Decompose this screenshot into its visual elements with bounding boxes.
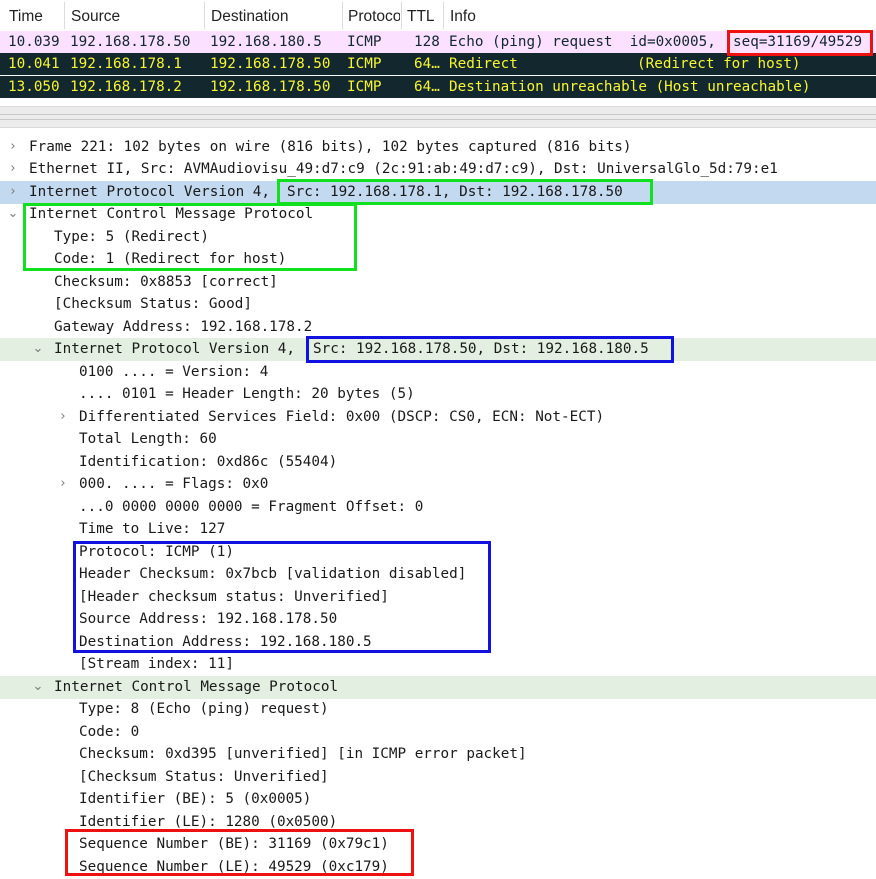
- splitter-grip: [0, 119, 876, 120]
- chevron-right-icon[interactable]: ›: [56, 473, 70, 495]
- tree-item-icmp-checksum-status[interactable]: [Checksum Status: Good]: [0, 293, 876, 316]
- tree-item-dsfield[interactable]: › Differentiated Services Field: 0x00 (D…: [0, 406, 876, 429]
- packet-info: Destination unreachable (Host unreachabl…: [449, 79, 811, 95]
- chevron-down-icon[interactable]: ⌄: [31, 338, 45, 360]
- packet-source: 192.168.178.2: [70, 79, 182, 95]
- column-source[interactable]: Source: [71, 0, 201, 31]
- tree-item-ttl[interactable]: Time to Live: 127: [0, 518, 876, 541]
- packet-list[interactable]: Time Source Destination Protocol TTL Inf…: [0, 0, 876, 98]
- chevron-right-icon[interactable]: ›: [56, 406, 70, 428]
- chevron-down-icon[interactable]: ⌄: [6, 203, 20, 225]
- packet-time: 10.041: [8, 56, 60, 72]
- tree-item-icmp-type[interactable]: Type: 5 (Redirect): [0, 226, 876, 249]
- tree-item-icmp-inner[interactable]: ⌄ Internet Control Message Protocol: [0, 676, 876, 699]
- packet-destination: 192.168.178.50: [210, 56, 331, 72]
- tree-item-fragment-offset[interactable]: ...0 0000 0000 0000 = Fragment Offset: 0: [0, 496, 876, 519]
- packet-ttl: 64…: [414, 79, 440, 95]
- tree-item-total-length[interactable]: Total Length: 60: [0, 428, 876, 451]
- packet-info-detail: (Redirect for host): [637, 56, 801, 72]
- tree-item-gateway[interactable]: Gateway Address: 192.168.178.2: [0, 316, 876, 339]
- pane-splitter[interactable]: [0, 106, 876, 128]
- column-divider[interactable]: [443, 2, 444, 29]
- ip-outer-addresses: Src: 192.168.178.1, Dst: 192.168.178.50: [287, 184, 623, 200]
- tree-item-inner-checksum-status[interactable]: [Checksum Status: Unverified]: [0, 766, 876, 789]
- tree-item-ip-outer[interactable]: › Internet Protocol Version 4, Src: 192.…: [0, 181, 876, 204]
- column-header: Time Source Destination Protocol TTL Inf…: [0, 0, 876, 32]
- tree-item-version[interactable]: 0100 .... = Version: 4: [0, 361, 876, 384]
- packet-time: 13.050: [8, 79, 60, 95]
- packet-protocol: ICMP: [347, 34, 382, 50]
- packet-info-seq: seq=31169/49529: [733, 34, 863, 50]
- column-info[interactable]: Info: [450, 0, 550, 31]
- packet-info: Echo (ping) request id=0x0005,: [449, 34, 716, 50]
- tree-item-header-length[interactable]: .... 0101 = Header Length: 20 bytes (5): [0, 383, 876, 406]
- ip-inner-addresses: Src: 192.168.178.50, Dst: 192.168.180.5: [313, 341, 649, 357]
- packet-protocol: ICMP: [347, 56, 382, 72]
- tree-item-identifier-le[interactable]: Identifier (LE): 1280 (0x0500): [0, 811, 876, 834]
- packet-row[interactable]: 10.041 192.168.178.1 192.168.178.50 ICMP…: [0, 53, 876, 75]
- tree-item-protocol[interactable]: Protocol: ICMP (1): [0, 541, 876, 564]
- chevron-right-icon[interactable]: ›: [6, 181, 20, 203]
- tree-item-icmp-outer[interactable]: ⌄ Internet Control Message Protocol: [0, 203, 876, 226]
- column-divider[interactable]: [401, 2, 402, 29]
- splitter-grip: [0, 114, 876, 115]
- tree-item-seq-be[interactable]: Sequence Number (BE): 31169 (0x79c1): [0, 833, 876, 856]
- tree-item-inner-type[interactable]: Type: 8 (Echo (ping) request): [0, 698, 876, 721]
- tree-item-source-address[interactable]: Source Address: 192.168.178.50: [0, 608, 876, 631]
- packet-protocol: ICMP: [347, 79, 382, 95]
- packet-ttl: 128: [414, 34, 440, 50]
- packet-source: 192.168.178.1: [70, 56, 182, 72]
- packet-row-selected[interactable]: 10.039 192.168.178.50 192.168.180.5 ICMP…: [0, 31, 876, 53]
- tree-item-identification[interactable]: Identification: 0xd86c (55404): [0, 451, 876, 474]
- packet-destination: 192.168.180.5: [210, 34, 322, 50]
- pane-gap: [0, 98, 876, 106]
- chevron-right-icon[interactable]: ›: [6, 136, 20, 158]
- column-time[interactable]: Time: [9, 0, 63, 31]
- tree-item-frame[interactable]: › Frame 221: 102 bytes on wire (816 bits…: [0, 136, 876, 159]
- column-destination[interactable]: Destination: [211, 0, 341, 31]
- packet-time: 10.039: [8, 34, 60, 50]
- tree-item-stream-index[interactable]: [Stream index: 11]: [0, 653, 876, 676]
- tree-item-destination-address[interactable]: Destination Address: 192.168.180.5: [0, 631, 876, 654]
- column-ttl[interactable]: TTL: [407, 0, 441, 31]
- packet-info: Redirect: [449, 56, 518, 72]
- tree-item-header-checksum-status[interactable]: [Header checksum status: Unverified]: [0, 586, 876, 609]
- tree-item-seq-le[interactable]: Sequence Number (LE): 49529 (0xc179): [0, 856, 876, 879]
- column-divider[interactable]: [204, 2, 205, 29]
- tree-item-inner-code[interactable]: Code: 0: [0, 721, 876, 744]
- tree-item-icmp-code[interactable]: Code: 1 (Redirect for host): [0, 248, 876, 271]
- tree-item-header-checksum[interactable]: Header Checksum: 0x7bcb [validation disa…: [0, 563, 876, 586]
- column-protocol[interactable]: Protocol: [348, 0, 400, 31]
- tree-item-identifier-be[interactable]: Identifier (BE): 5 (0x0005): [0, 788, 876, 811]
- chevron-right-icon[interactable]: ›: [6, 158, 20, 180]
- tree-item-ip-inner[interactable]: ⌄ Internet Protocol Version 4, Src: 192.…: [0, 338, 876, 361]
- column-divider[interactable]: [342, 2, 343, 29]
- tree-item-flags[interactable]: › 000. .... = Flags: 0x0: [0, 473, 876, 496]
- packet-source: 192.168.178.50: [70, 34, 191, 50]
- tree-item-ethernet[interactable]: › Ethernet II, Src: AVMAudiovisu_49:d7:c…: [0, 158, 876, 181]
- column-divider[interactable]: [64, 2, 65, 29]
- chevron-down-icon[interactable]: ⌄: [31, 676, 45, 698]
- packet-row[interactable]: 13.050 192.168.178.2 192.168.178.50 ICMP…: [0, 76, 876, 98]
- tree-item-icmp-checksum[interactable]: Checksum: 0x8853 [correct]: [0, 271, 876, 294]
- packet-ttl: 64…: [414, 56, 440, 72]
- tree-item-inner-checksum[interactable]: Checksum: 0xd395 [unverified] [in ICMP e…: [0, 743, 876, 766]
- packet-detail-tree[interactable]: › Frame 221: 102 bytes on wire (816 bits…: [0, 128, 876, 876]
- packet-destination: 192.168.178.50: [210, 79, 331, 95]
